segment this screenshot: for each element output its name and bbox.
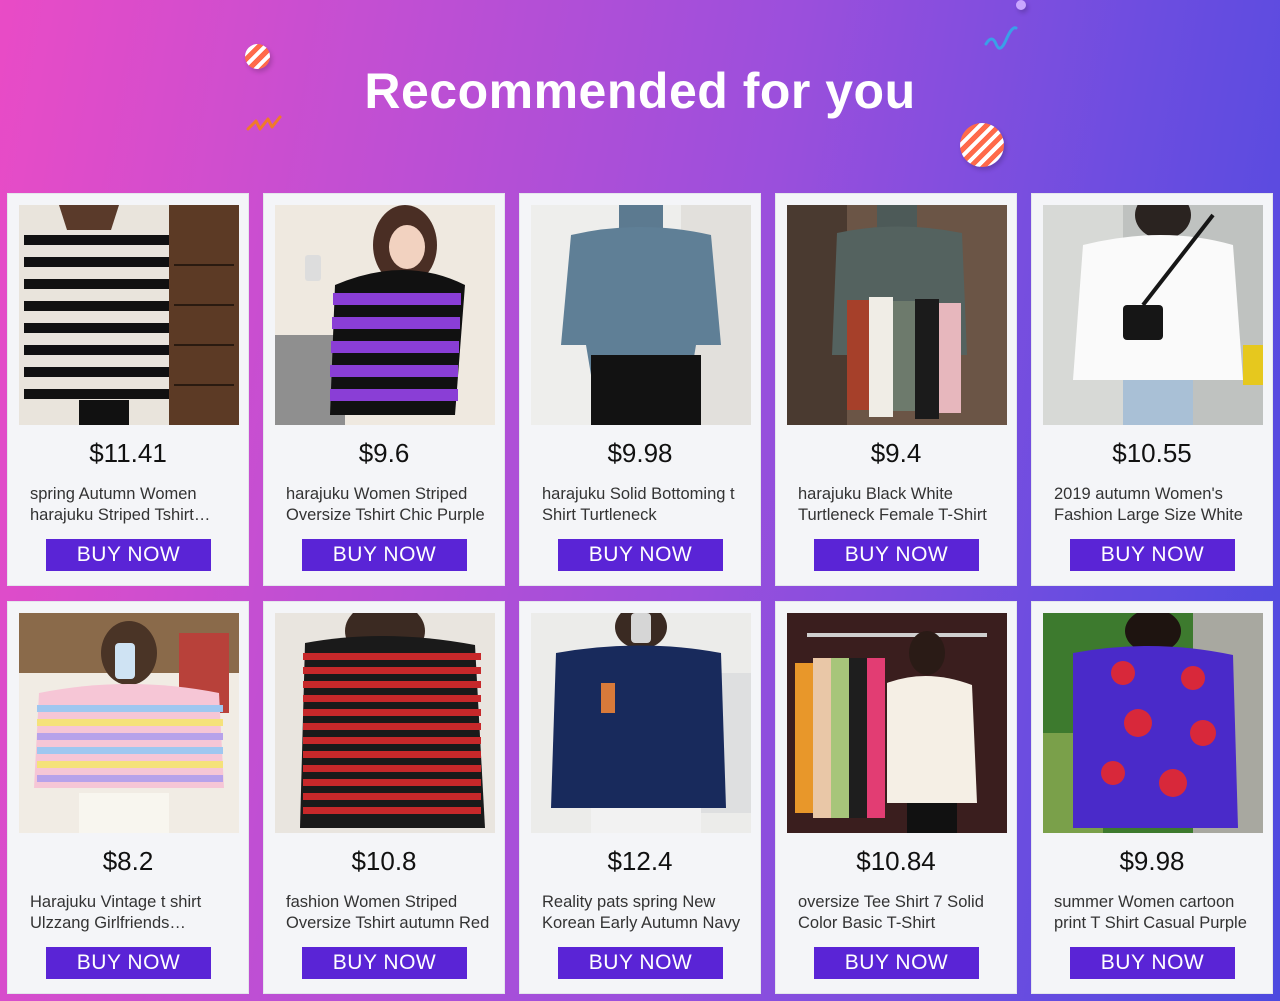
product-card[interactable]: $9.98 summer Women cartoon print T Shirt… (1031, 601, 1273, 994)
product-price: $10.84 (856, 846, 936, 876)
product-card[interactable]: $10.8 fashion Women Striped Oversize Tsh… (263, 601, 505, 994)
product-description[interactable]: Reality pats spring New Korean Early Aut… (542, 892, 746, 934)
buy-now-button[interactable]: BUY NOW (558, 539, 723, 571)
white-longsleeve-photo[interactable] (1043, 205, 1263, 425)
buy-now-button[interactable]: BUY NOW (1070, 539, 1235, 571)
product-description[interactable]: harajuku Solid Bottoming t Shirt Turtlen… (542, 484, 746, 526)
squiggle-decoration-blue (984, 26, 1018, 50)
product-price: $9.98 (1119, 846, 1185, 876)
product-description[interactable]: fashion Women Striped Oversize Tshirt au… (286, 892, 490, 934)
product-price: $11.41 (89, 438, 167, 468)
buy-now-button[interactable]: BUY NOW (302, 539, 467, 571)
buy-now-button[interactable]: BUY NOW (558, 947, 723, 979)
product-description[interactable]: harajuku Women Striped Oversize Tshirt C… (286, 484, 490, 526)
buy-now-button[interactable]: BUY NOW (1070, 947, 1235, 979)
white-oversize-tee-photo[interactable] (787, 613, 1007, 833)
product-price: $10.55 (1112, 438, 1192, 468)
product-description[interactable]: spring Autumn Women harajuku Striped Tsh… (30, 484, 234, 526)
product-price: $10.8 (351, 846, 417, 876)
black-white-striped-shirt-photo[interactable] (19, 205, 239, 425)
product-description[interactable]: summer Women cartoon print T Shirt Casua… (1054, 892, 1258, 934)
product-card[interactable]: $11.41 spring Autumn Women harajuku Stri… (7, 193, 249, 586)
blue-turtleneck-photo[interactable] (531, 205, 751, 425)
product-description[interactable]: Harajuku Vintage t shirt Ulzzang Girlfri… (30, 892, 234, 934)
product-card[interactable]: $10.55 2019 autumn Women's Fashion Large… (1031, 193, 1273, 586)
product-description[interactable]: harajuku Black White Turtleneck Female T… (798, 484, 1002, 526)
product-description[interactable]: oversize Tee Shirt 7 Solid Color Basic T… (798, 892, 1002, 934)
buy-now-button[interactable]: BUY NOW (814, 947, 979, 979)
rainbow-striped-shirt-photo[interactable] (19, 613, 239, 833)
product-price: $9.98 (607, 438, 673, 468)
purple-cartoon-tee-photo[interactable] (1043, 613, 1263, 833)
header-banner: Recommended for you (0, 0, 1280, 190)
product-price: $8.2 (102, 846, 154, 876)
striped-ball-decoration (960, 123, 1004, 167)
small-ball-decoration (1016, 0, 1026, 10)
buy-now-button[interactable]: BUY NOW (814, 539, 979, 571)
product-price: $9.4 (870, 438, 922, 468)
product-description[interactable]: 2019 autumn Women's Fashion Large Size W… (1054, 484, 1258, 526)
product-card[interactable]: $9.6 harajuku Women Striped Oversize Tsh… (263, 193, 505, 586)
buy-now-button[interactable]: BUY NOW (46, 947, 211, 979)
product-price: $9.6 (358, 438, 410, 468)
product-price: $12.4 (607, 846, 673, 876)
product-card[interactable]: $8.2 Harajuku Vintage t shirt Ulzzang Gi… (7, 601, 249, 994)
page-title: Recommended for you (364, 63, 916, 119)
navy-longsleeve-photo[interactable] (531, 613, 751, 833)
buy-now-button[interactable]: BUY NOW (46, 539, 211, 571)
product-card[interactable]: $9.98 harajuku Solid Bottoming t Shirt T… (519, 193, 761, 586)
purple-striped-shirt-photo[interactable] (275, 205, 495, 425)
product-card[interactable]: $12.4 Reality pats spring New Korean Ear… (519, 601, 761, 994)
buy-now-button[interactable]: BUY NOW (302, 947, 467, 979)
product-card[interactable]: $10.84 oversize Tee Shirt 7 Solid Color … (775, 601, 1017, 994)
gray-turtleneck-photo[interactable] (787, 205, 1007, 425)
red-striped-shirt-photo[interactable] (275, 613, 495, 833)
product-card[interactable]: $9.4 harajuku Black White Turtleneck Fem… (775, 193, 1017, 586)
